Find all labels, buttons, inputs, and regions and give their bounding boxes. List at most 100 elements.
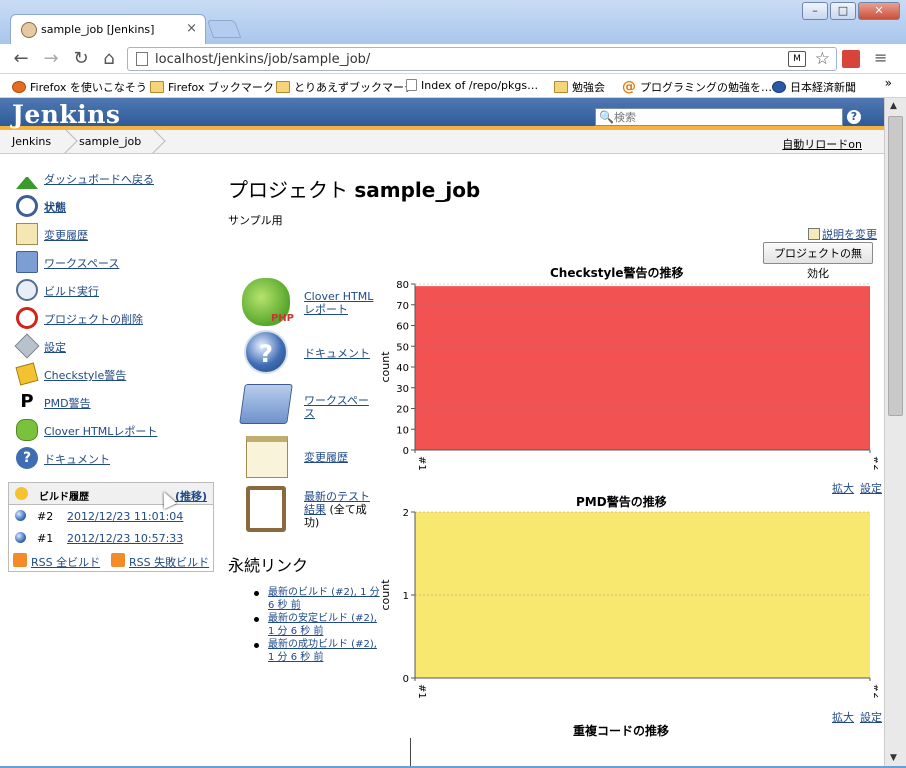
breadcrumb-jenkins[interactable]: Jenkins: [12, 135, 51, 148]
window-controls: – □ ✕: [802, 2, 900, 20]
task-status[interactable]: 状態: [10, 192, 220, 220]
x-tick-label: #2: [871, 684, 878, 699]
more-bookmarks-icon[interactable]: »: [885, 76, 892, 90]
folder-icon: [276, 81, 290, 93]
vertical-scrollbar[interactable]: ▲ ▼: [884, 98, 906, 766]
zoom-link[interactable]: 拡大: [832, 482, 854, 495]
folder-icon: [554, 81, 568, 93]
task-documentation[interactable]: ? ドキュメント: [10, 444, 220, 472]
build-row: #1 2012/12/23 10:57:33: [9, 527, 213, 549]
rss-failed-link[interactable]: RSS 失敗ビルド: [129, 554, 209, 570]
permalink-last-stable[interactable]: 最新の安定ビルド (#2), 1 分 6 秒 前: [268, 613, 377, 637]
bookmark-item[interactable]: Firefox ブックマーク: [150, 79, 274, 95]
toolbar-extension-icon[interactable]: [842, 50, 860, 68]
scroll-down-icon[interactable]: ▼: [890, 753, 897, 763]
task-back-to-dashboard[interactable]: ダッシュボードへ戻る: [10, 164, 220, 192]
reload-icon[interactable]: ↻: [70, 48, 92, 70]
forward-icon[interactable]: →: [40, 48, 62, 70]
rss-all-link[interactable]: RSS 全ビルド: [31, 554, 100, 570]
jenkins-logo[interactable]: Jenkins: [12, 100, 120, 129]
build-row: #2 2012/12/23 11:01:04: [9, 505, 213, 527]
task-clover[interactable]: Clover HTMLレポート: [10, 416, 220, 444]
help-icon[interactable]: ?: [847, 110, 861, 124]
edit-description-label[interactable]: 説明を変更: [822, 228, 877, 241]
search-box[interactable]: 🔍: [595, 108, 843, 126]
back-icon[interactable]: ←: [10, 48, 32, 70]
bookmark-item[interactable]: 日本経済新聞: [772, 79, 856, 95]
page-viewport: Jenkins 🔍 ? Jenkins sample_job 自動リロードon …: [0, 98, 884, 766]
notepad-icon[interactable]: [246, 436, 288, 478]
menu-icon[interactable]: ≡: [874, 48, 887, 67]
task-checkstyle[interactable]: Checkstyle警告: [10, 360, 220, 388]
permalink-last-build[interactable]: 最新のビルド (#2), 1 分 6 秒 前: [268, 587, 380, 611]
config-link[interactable]: 設定: [860, 482, 882, 495]
bookmark-item[interactable]: 勉強会: [554, 79, 605, 95]
workspace-link[interactable]: ワークスペース: [304, 394, 370, 420]
build-trend-link[interactable]: (推移): [175, 488, 207, 504]
home-icon[interactable]: ⌂: [98, 48, 120, 70]
task-label[interactable]: 変更履歴: [44, 227, 88, 243]
task-build-now[interactable]: ビルド実行: [10, 276, 220, 304]
build-date-link[interactable]: 2012/12/23 10:57:33: [67, 532, 183, 545]
url-text: localhost/jenkins/job/sample_job/: [155, 52, 371, 67]
task-label[interactable]: ドキュメント: [44, 451, 110, 467]
task-delete-project[interactable]: プロジェクトの削除: [10, 304, 220, 332]
bookmark-item[interactable]: とりあえずブックマーク: [276, 79, 415, 95]
documentation-link[interactable]: ドキュメント: [304, 347, 370, 360]
clover-report-link[interactable]: Clover HTMLレポート: [304, 290, 374, 316]
pmd-trend-chart[interactable]: 0 1 2 #1 #2 count: [378, 506, 878, 706]
jenkins-header: Jenkins 🔍 ?: [0, 98, 884, 130]
help-icon[interactable]: ?: [244, 330, 288, 374]
auto-refresh-link[interactable]: 自動リロードon: [782, 136, 862, 152]
browser-tab[interactable]: sample_job [Jenkins] ×: [10, 14, 206, 44]
config-link[interactable]: 設定: [860, 711, 882, 724]
bookmark-star-icon[interactable]: ☆: [815, 49, 830, 69]
new-tab-button[interactable]: [206, 20, 242, 38]
y-tick-label: 0: [403, 446, 409, 457]
task-label[interactable]: ダッシュボードへ戻る: [44, 171, 154, 187]
clover-php-icon[interactable]: [242, 278, 294, 326]
task-workspace[interactable]: ワークスペース: [10, 248, 220, 276]
permalink-last-successful[interactable]: 最新の成功ビルド (#2), 1 分 6 秒 前: [268, 639, 377, 663]
build-date-link[interactable]: 2012/12/23 11:01:04: [67, 510, 183, 523]
task-label[interactable]: 設定: [44, 339, 66, 355]
task-label[interactable]: Clover HTMLレポート: [44, 423, 157, 439]
minimize-icon[interactable]: –: [802, 2, 828, 20]
bookmark-item[interactable]: Index of /repo/pkgs…: [406, 79, 538, 92]
close-window-icon[interactable]: ✕: [858, 2, 900, 20]
address-bar[interactable]: localhost/jenkins/job/sample_job/ M ☆: [127, 47, 837, 71]
page-icon: [136, 52, 148, 66]
bookmark-item[interactable]: @ プログラミングの勉強を…: [622, 79, 772, 95]
task-label[interactable]: ワークスペース: [44, 255, 119, 271]
scrollbar-thumb[interactable]: [888, 116, 903, 416]
zoom-link[interactable]: 拡大: [832, 711, 854, 724]
task-label[interactable]: ビルド実行: [44, 283, 99, 299]
checkstyle-trend-chart[interactable]: 0 10 20 30 40 50 60 70 80 #1 #2 count: [378, 278, 878, 478]
list-item: 最新の安定ビルド (#2), 1 分 6 秒 前: [252, 612, 380, 638]
task-label[interactable]: PMD警告: [44, 395, 91, 411]
extension-icon[interactable]: M: [788, 51, 806, 67]
scroll-up-icon[interactable]: ▲: [890, 101, 897, 111]
edit-description-link[interactable]: 説明を変更: [808, 226, 877, 242]
maximize-icon[interactable]: □: [830, 2, 856, 20]
tab-title: sample_job [Jenkins]: [41, 23, 155, 36]
chart-links: 拡大 設定: [826, 480, 882, 496]
changes-link[interactable]: 変更履歴: [304, 451, 348, 464]
task-label[interactable]: プロジェクトの削除: [44, 311, 143, 327]
folder-icon[interactable]: [239, 384, 293, 424]
bookmark-item[interactable]: Firefox を使いこなそう: [12, 79, 147, 95]
clipboard-icon[interactable]: [246, 486, 286, 532]
task-label[interactable]: Checkstyle警告: [44, 367, 126, 383]
breadcrumb-sample-job[interactable]: sample_job: [79, 135, 141, 148]
y-tick-label: 80: [396, 280, 409, 291]
task-label[interactable]: 状態: [44, 199, 66, 215]
task-configure[interactable]: 設定: [10, 332, 220, 360]
y-tick-label: 40: [396, 363, 409, 374]
task-changes[interactable]: 変更履歴: [10, 220, 220, 248]
disable-project-button[interactable]: プロジェクトの無効化: [763, 242, 873, 280]
search-input[interactable]: [614, 110, 834, 124]
search-icon: [16, 195, 38, 217]
task-pmd[interactable]: P PMD警告: [10, 388, 220, 416]
chart-title: 重複コードの推移: [573, 724, 670, 738]
close-tab-icon[interactable]: ×: [186, 21, 197, 36]
